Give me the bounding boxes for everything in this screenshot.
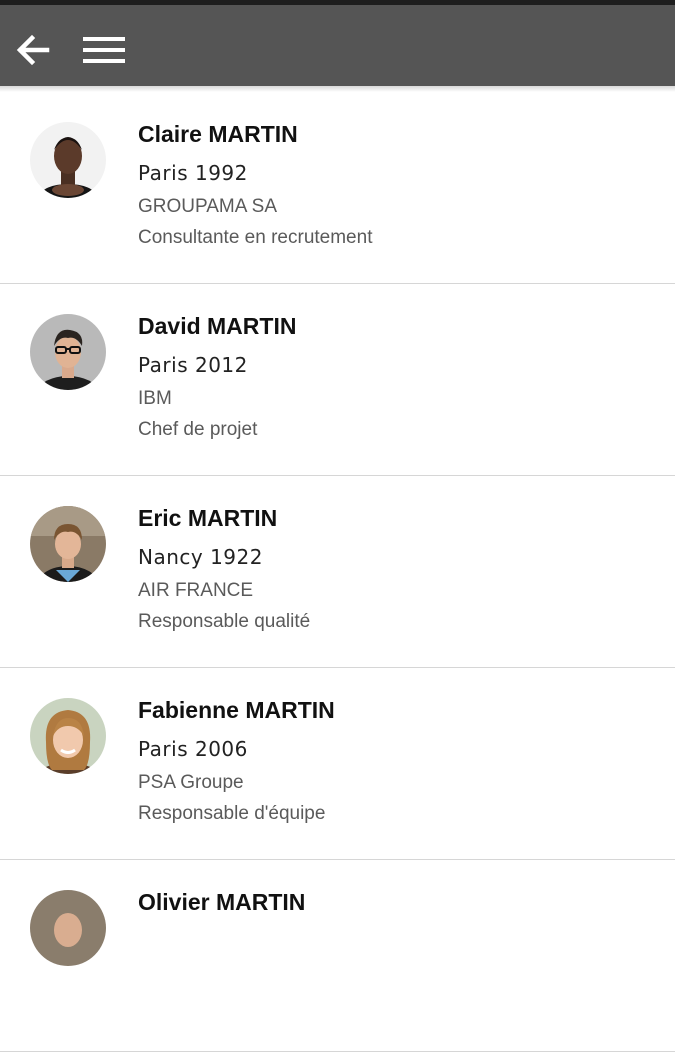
avatar <box>30 314 106 390</box>
person-location-year: Nancy 1922 <box>138 545 263 569</box>
person-location-year: Paris 2012 <box>138 353 248 377</box>
person-name: Claire MARTIN <box>138 121 298 147</box>
list-item[interactable]: Eric MARTIN Nancy 1922 AIR FRANCE Respon… <box>0 476 675 668</box>
list-item[interactable]: Fabienne MARTIN Paris 2006 PSA Groupe Re… <box>0 668 675 860</box>
arrow-left-icon <box>16 34 50 66</box>
people-list: Claire MARTIN Paris 1992 GROUPAMA SA Con… <box>0 92 675 1052</box>
app-bar <box>0 5 675 86</box>
person-job-title: Responsable qualité <box>138 611 311 632</box>
list-item[interactable]: Claire MARTIN Paris 1992 GROUPAMA SA Con… <box>0 92 675 284</box>
person-job-title: Responsable d'équipe <box>138 803 326 824</box>
avatar <box>30 122 106 198</box>
person-location-year: Paris 2006 <box>138 737 248 761</box>
avatar <box>30 698 106 774</box>
menu-button[interactable] <box>76 25 132 75</box>
person-company: AIR FRANCE <box>138 580 254 601</box>
person-name: Eric MARTIN <box>138 505 278 531</box>
person-name: Fabienne MARTIN <box>138 697 335 723</box>
hamburger-menu-icon <box>83 37 125 63</box>
avatar <box>30 890 106 966</box>
avatar <box>30 506 106 582</box>
person-location-year: Paris 1992 <box>138 161 248 185</box>
back-button[interactable] <box>8 25 58 75</box>
person-company: PSA Groupe <box>138 772 244 793</box>
person-name: David MARTIN <box>138 313 297 339</box>
person-name: Olivier MARTIN <box>138 889 306 915</box>
person-company: GROUPAMA SA <box>138 196 278 217</box>
person-company: IBM <box>138 388 172 409</box>
person-job-title: Consultante en recrutement <box>138 227 373 248</box>
list-item[interactable]: David MARTIN Paris 2012 IBM Chef de proj… <box>0 284 675 476</box>
person-job-title: Chef de projet <box>138 419 258 440</box>
list-item[interactable]: Olivier MARTIN <box>0 860 675 1052</box>
